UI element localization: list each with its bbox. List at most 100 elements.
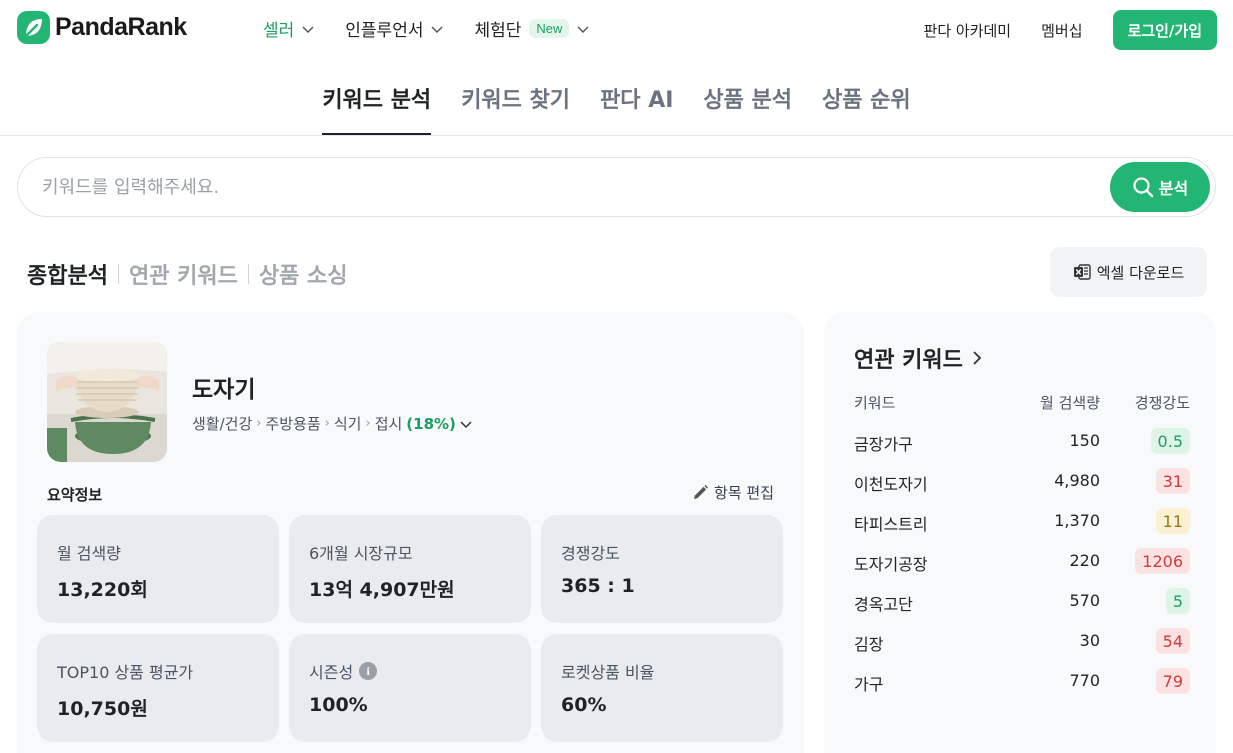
table-row[interactable]: 가구 770 79 [854,667,1190,697]
nav-influencer[interactable]: 인플루언서 [345,16,444,41]
stat-label: 시즌성 i [309,659,378,683]
chevron-down-icon[interactable] [459,417,473,431]
subtab-divider [247,264,249,284]
academy-link[interactable]: 판다 아카데미 [924,20,1012,41]
category-percent: (18%) [406,414,456,433]
stat-seasonality: 시즌성 i 100% [289,634,531,742]
stat-label-text: 시즌성 [309,663,354,682]
excel-download-button[interactable]: 엑셀 다운로드 [1050,247,1207,297]
row-volume: 570 [1069,591,1100,610]
main-tabs: 키워드 분석 키워드 찾기 판다 AI 상품 분석 상품 순위 [0,60,1233,136]
top-nav: 셀러 인플루언서 체험단 New [263,16,620,41]
chevron-down-icon [302,25,314,33]
row-keyword: 가구 [854,675,884,694]
pencil-icon [694,485,709,499]
keyword-summary-card: 도자기 생활/건강 › 주방용품 › 식기 › 접시 (18%) 요약정보 항목… [17,312,804,753]
related-keywords-title[interactable]: 연관 키워드 [854,342,983,374]
subtab-divider [117,264,119,284]
info-icon[interactable]: i [359,662,378,680]
row-keyword: 이천도자기 [854,475,928,494]
stat-monthly-search: 월 검색량 13,220회 [37,515,279,623]
stat-value: 100% [309,694,368,716]
row-keyword: 타피스트리 [854,515,928,534]
nav-influencer-label: 인플루언서 [345,21,424,41]
row-volume: 150 [1069,431,1100,450]
new-badge: New [529,19,570,38]
category-level-4[interactable]: 접시 [375,413,403,434]
brand-name: PandaRank [55,13,187,41]
edit-items-label: 항목 편집 [714,484,774,502]
row-volume: 1,370 [1054,511,1100,530]
nav-experience-label: 체험단 [474,21,522,41]
panda-logo-icon [17,11,50,44]
header-volume: 월 검색량 [1040,394,1100,412]
excel-icon [1073,264,1091,280]
login-button[interactable]: 로그인/가입 [1112,10,1217,50]
stat-value: 13억 4,907만원 [309,579,455,601]
table-row[interactable]: 금장가구 150 0.5 [854,427,1190,457]
stat-label: 로켓상품 비율 [561,663,655,682]
chevron-right-icon: › [324,416,330,431]
category-level-1[interactable]: 생활/건강 [192,413,252,434]
category-level-2[interactable]: 주방용품 [265,413,320,434]
row-volume: 30 [1079,631,1100,650]
nav-experience[interactable]: 체험단 New [474,16,590,41]
table-row[interactable]: 경옥고단 570 5 [854,587,1190,617]
row-keyword: 김장 [854,635,884,654]
nav-seller-label: 셀러 [263,21,295,41]
excel-download-label: 엑셀 다운로드 [1096,263,1185,282]
summary-label: 요약정보 [47,486,103,504]
brand-logo[interactable]: PandaRank [17,11,187,44]
table-row[interactable]: 김장 30 54 [854,627,1190,657]
product-image [47,342,167,462]
table-row[interactable]: 도자기공장 220 1206 [854,547,1190,577]
table-row[interactable]: 이천도자기 4,980 31 [854,467,1190,497]
subtab-overview[interactable]: 종합분석 [27,258,108,290]
stat-competition: 경쟁강도 365 : 1 [541,515,783,623]
category-level-3[interactable]: 식기 [334,413,362,434]
search-input[interactable] [42,172,1082,202]
row-keyword: 금장가구 [854,435,913,454]
tab-keyword-analysis[interactable]: 키워드 분석 [322,60,431,135]
stat-top10-avg-price: TOP10 상품 평균가 10,750원 [37,634,279,742]
search-bar: 분석 [17,157,1216,217]
membership-link[interactable]: 멤버십 [1041,20,1082,41]
competition-badge: 54 [1155,628,1190,654]
analyze-button-label: 분석 [1158,179,1189,198]
stat-market-size: 6개월 시장규모 13억 4,907만원 [289,515,531,623]
row-keyword: 도자기공장 [854,555,928,574]
stat-value: 365 : 1 [561,575,635,597]
header-competition: 경쟁강도 [1134,394,1190,412]
header-keyword: 키워드 [854,394,896,412]
competition-badge: 79 [1155,668,1190,694]
tab-panda-ai[interactable]: 판다 AI [600,60,673,135]
tab-product-ranking[interactable]: 상품 순위 [822,60,911,135]
row-volume: 770 [1069,671,1100,690]
top-links: 판다 아카데미 멤버십 로그인/가입 [924,10,1217,50]
top-header: PandaRank 셀러 인플루언서 체험단 New 판다 아카데미 멤버십 로… [0,0,1233,60]
competition-badge: 1206 [1135,548,1190,574]
stat-label: 경쟁강도 [561,544,620,563]
competition-badge: 0.5 [1150,428,1190,454]
nav-seller[interactable]: 셀러 [263,16,315,41]
analyze-button[interactable]: 분석 [1110,162,1210,212]
competition-badge: 5 [1165,588,1190,614]
stat-value: 60% [561,694,607,716]
related-keywords-title-text: 연관 키워드 [854,348,963,373]
edit-items-button[interactable]: 항목 편집 [692,482,774,503]
subtab-related-keywords[interactable]: 연관 키워드 [129,258,238,290]
row-volume: 220 [1069,551,1100,570]
related-keywords-card: 연관 키워드 키워드 월 검색량 경쟁강도 금장가구 150 0.5 이천도자기… [824,312,1216,753]
tab-product-analysis[interactable]: 상품 분석 [703,60,792,135]
category-breadcrumb: 생활/건강 › 주방용품 › 식기 › 접시 (18%) [192,413,473,434]
competition-badge: 31 [1155,468,1190,494]
stat-label: TOP10 상품 평균가 [57,663,194,682]
table-row[interactable]: 타피스트리 1,370 11 [854,507,1190,537]
stat-value: 10,750원 [57,698,148,720]
keyword-title: 도자기 [192,377,256,403]
subtab-sourcing[interactable]: 상품 소싱 [259,258,348,290]
competition-badge: 11 [1155,508,1190,534]
tab-keyword-find[interactable]: 키워드 찾기 [461,60,570,135]
row-keyword: 경옥고단 [854,595,913,614]
chevron-right-icon: › [256,416,262,431]
